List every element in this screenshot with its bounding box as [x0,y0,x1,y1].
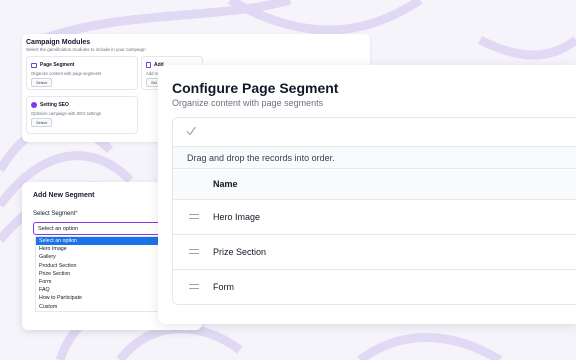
module-tile-description: Organize content with page segments [31,71,102,76]
modules-subtitle: Select the gamification modules to inclu… [26,47,146,52]
table-row[interactable]: Prize Section [173,235,576,270]
column-header-name[interactable]: Name [213,170,238,199]
configure-page-segment-card: Configure Page Segment Organize content … [158,65,576,324]
drag-handle-icon[interactable] [189,249,199,255]
segment-table: Drag and drop the records into order. Na… [172,117,576,305]
add-segment-title: Add New Segment [33,192,95,199]
drag-handle-icon[interactable] [189,214,199,220]
grid-icon [31,62,37,68]
row-name: Hero Image [213,212,261,222]
module-tile-page-segment[interactable]: Page Segment Organize content with page … [26,56,138,90]
module-select-button[interactable]: Select [31,78,53,87]
table-header: Name [173,170,576,200]
page-title: Configure Page Segment [172,80,339,96]
seo-icon [31,102,37,108]
drag-drop-hint: Drag and drop the records into order. [173,147,576,169]
row-name: Form [213,282,234,292]
module-tile-description: Optimize campaign with SEO settings [31,111,102,116]
module-select-button[interactable]: Select [31,118,53,127]
select-segment-label: Select Segment* [33,211,78,217]
required-mark: * [75,211,78,217]
page-subtitle: Organize content with page segments [172,98,324,108]
modules-title: Campaign Modules [26,39,91,46]
module-tile-title: Page Segment [40,62,75,68]
check-icon[interactable] [185,125,197,137]
table-row[interactable]: Form [173,270,576,304]
module-tile-setting-seo[interactable]: Setting SEO Optimize campaign with SEO s… [26,96,138,134]
module-tile-title: Setting SEO [40,102,69,108]
document-icon [146,62,151,68]
drag-handle-icon[interactable] [189,284,199,290]
table-row[interactable]: Hero Image [173,200,576,235]
select-segment-label-text: Select Segment [33,211,76,217]
module-tile-description: Add m [146,71,159,76]
row-name: Prize Section [213,247,267,257]
table-toolbar [173,118,576,147]
